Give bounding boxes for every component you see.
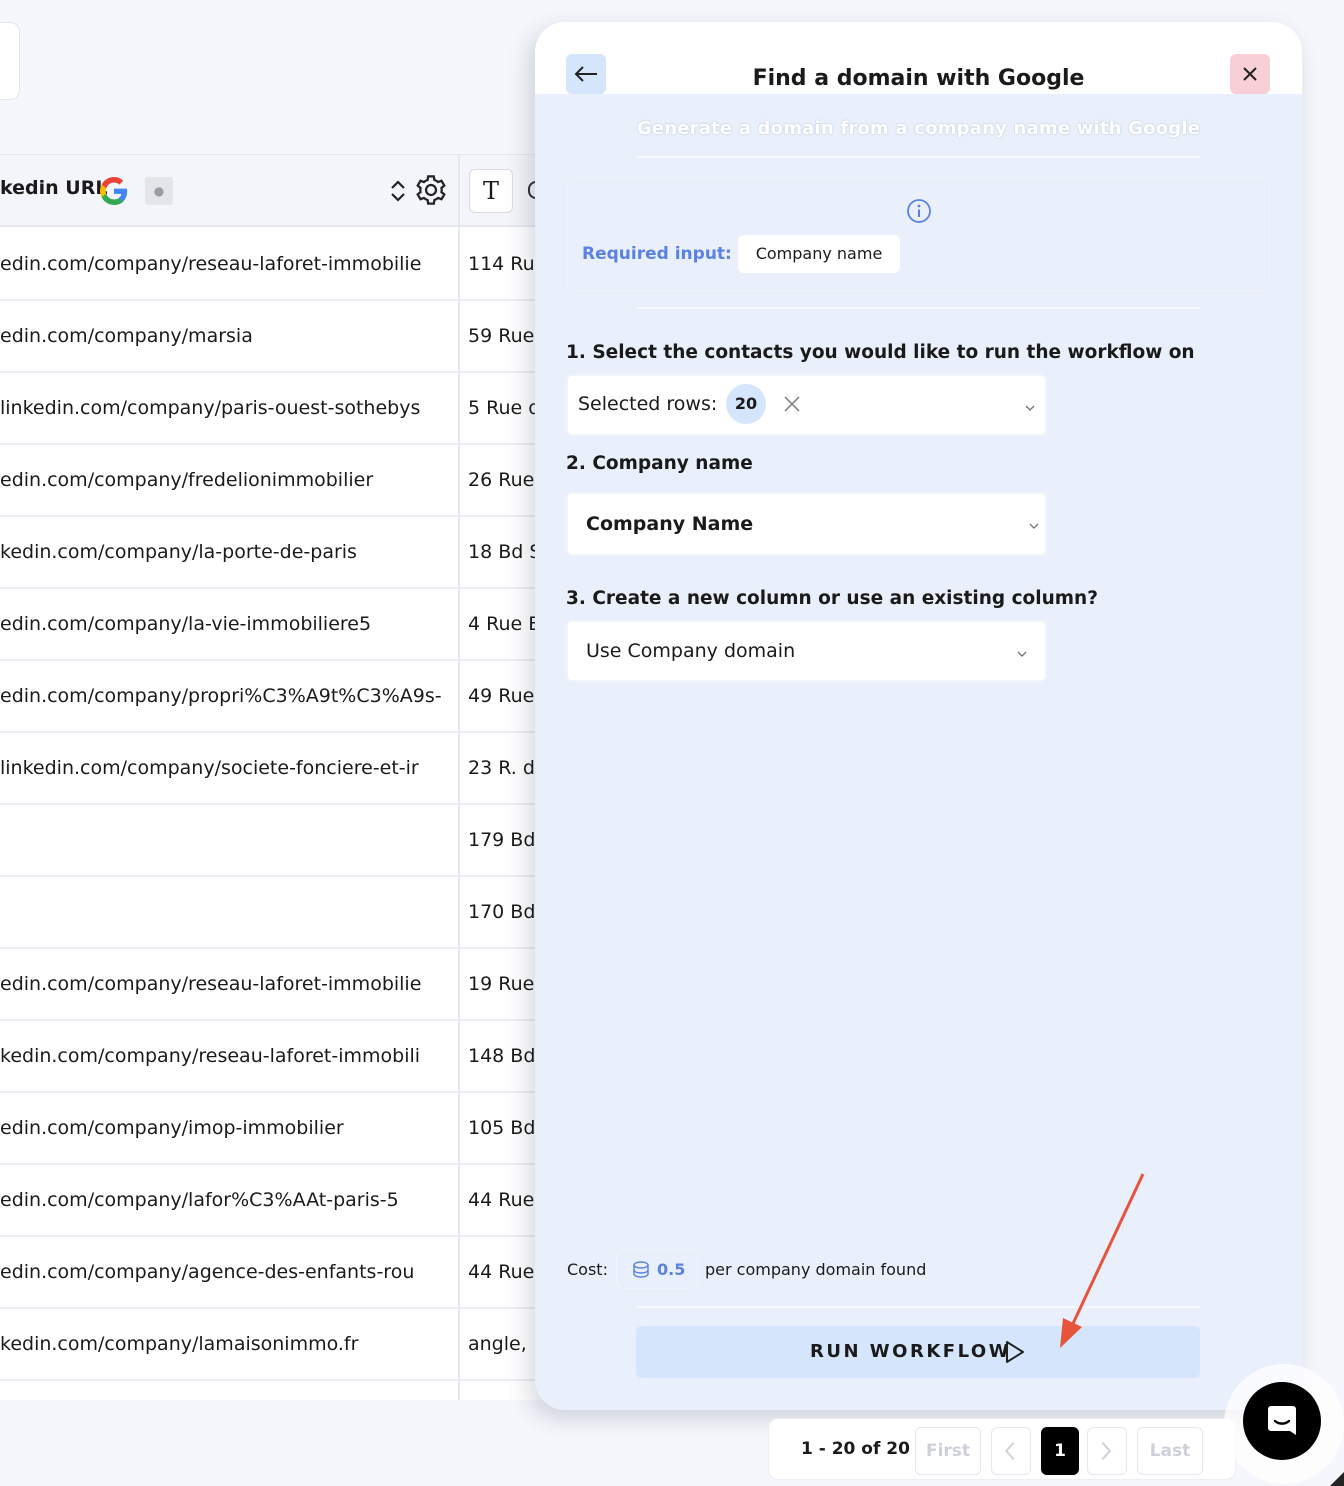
clear-icon[interactable] [782, 394, 802, 414]
table-row[interactable]: edin.com/company/la-vie-immobiliere5 4 Ru… [0, 589, 560, 661]
address-cell: 4 Rue E [468, 613, 541, 635]
linkedin-url-cell: edin.com/company/lafor%C3%AAt-paris-5 [0, 1189, 399, 1211]
column-header-linkedin-url[interactable]: kedin URL [0, 177, 107, 199]
selected-rows-text: Selected rows: [578, 393, 718, 415]
table-header: kedin URL ● T [0, 155, 560, 227]
corner-mark [1330, 1472, 1344, 1486]
divider [636, 1306, 1200, 1308]
linkedin-url-cell: linkedin.com/company/paris-ouest-sotheby… [0, 397, 421, 419]
address-cell: 49 Rue [468, 685, 535, 707]
table-row[interactable]: kedin.com/company/lamaisonimmo.fr angle, [0, 1309, 560, 1381]
run-workflow-button[interactable]: RUN WORKFLOW [636, 1326, 1200, 1378]
column-type-chip[interactable]: ● [145, 177, 173, 205]
info-icon[interactable] [906, 198, 932, 224]
pagination: 1 - 20 of 20 First 1 Last [768, 1418, 1236, 1480]
address-cell: 170 Bd [468, 901, 536, 923]
chevron-down-icon [1025, 405, 1035, 411]
address-cell: 59 Rue [468, 325, 535, 347]
table-row[interactable]: edin.com/company/fredelionimmobilier 26 R… [0, 445, 560, 517]
table-row[interactable]: 170 Bd [0, 877, 560, 949]
required-input-label: Required input: [582, 244, 732, 264]
last-page-button[interactable]: Last [1137, 1427, 1203, 1475]
company-name-select[interactable]: Company Name [566, 492, 1047, 556]
address-cell: angle, [468, 1333, 527, 1355]
table-row[interactable]: edin.com/company/reseau-laforet-immobili… [0, 229, 560, 301]
text-type-button[interactable]: T [469, 169, 513, 213]
linkedin-url-cell: kedin.com/company/la-porte-de-paris [0, 541, 357, 563]
page-1-button[interactable]: 1 [1041, 1427, 1079, 1475]
required-input-chip: Company name [738, 235, 900, 273]
column-select[interactable]: Use Company domain [566, 620, 1047, 682]
close-icon [1243, 67, 1257, 81]
linkedin-url-cell: edin.com/company/marsia [0, 325, 253, 347]
address-cell: 44 Rue [468, 1189, 535, 1211]
divider [636, 307, 1200, 309]
table-row[interactable]: linkedin.com/company/societe-fonciere-et… [0, 733, 560, 805]
address-cell: 179 Bd [468, 829, 536, 851]
table-row[interactable]: 179 Bd [0, 805, 560, 877]
close-button[interactable] [1230, 54, 1270, 94]
linkedin-url-cell: edin.com/company/la-vie-immobiliere5 [0, 613, 372, 635]
required-input-box: Required input: Company name [567, 177, 1270, 291]
contacts-select[interactable]: Selected rows: 20 [566, 374, 1047, 436]
chevron-down-icon [1029, 523, 1039, 529]
step3-label: 3. Create a new column or use an existin… [566, 588, 1098, 609]
linkedin-url-cell: edin.com/company/reseau-laforet-immobili… [0, 253, 422, 275]
address-cell: 5 Rue d [468, 397, 541, 419]
coins-icon [633, 1261, 649, 1278]
cost-description: per company domain found [705, 1260, 927, 1279]
next-page-button[interactable] [1087, 1427, 1127, 1475]
table-row[interactable]: edin.com/company/reseau-laforet-immobili… [0, 949, 560, 1021]
table-row[interactable]: linkedin.com/company/paris-ouest-sotheby… [0, 373, 560, 445]
company-name-value: Company Name [586, 513, 754, 535]
divider [636, 156, 1200, 158]
linkedin-url-cell: edin.com/company/reseau-laforet-immobili… [0, 973, 422, 995]
cost-chip: 0.5 [616, 1249, 698, 1289]
gear-icon[interactable] [414, 173, 448, 207]
linkedin-url-cell: edin.com/company/fredelionimmobilier [0, 469, 374, 491]
panel-subtitle: Generate a domain from a company name wi… [636, 118, 1201, 139]
table-row[interactable]: kedin.com/company/la-porte-de-paris 18 Bd… [0, 517, 560, 589]
run-workflow-label: RUN WORKFLOW [810, 1341, 1012, 1362]
table-row[interactable]: edin.com/company/lafor%C3%AAt-paris-5 44 … [0, 1165, 560, 1237]
table-row[interactable]: edin.com/company/imop-immobilier 105 Bd [0, 1093, 560, 1165]
linkedin-url-cell: kedin.com/company/lamaisonimmo.fr [0, 1333, 359, 1355]
address-cell: 44 Rue [468, 1261, 535, 1283]
play-icon [1006, 1341, 1024, 1363]
cost-label: Cost: [567, 1260, 608, 1279]
chevron-down-icon [1017, 651, 1027, 657]
step1-label: 1. Select the contacts you would like to… [566, 342, 1195, 363]
prev-page-button[interactable] [991, 1427, 1031, 1475]
address-cell: 19 Rue [468, 973, 535, 995]
table-row[interactable]: edin.com/company/agence-des-enfants-rou 4… [0, 1237, 560, 1309]
workflow-panel: Find a domain with Google Generate a dom… [535, 22, 1302, 1410]
panel-title: Find a domain with Google [752, 66, 1085, 91]
selected-rows-count: 20 [726, 384, 766, 424]
pagination-range: 1 - 20 of 20 [801, 1439, 910, 1459]
google-icon [100, 177, 128, 205]
chat-button[interactable] [1243, 1382, 1321, 1460]
chevron-right-icon [1101, 1441, 1112, 1461]
address-cell: 18 Bd S [468, 541, 542, 563]
chat-icon [1268, 1406, 1296, 1435]
sort-icon[interactable] [388, 177, 408, 205]
table-row[interactable]: kedin.com/company/reseau-laforet-immobil… [0, 1021, 560, 1093]
linkedin-url-cell: edin.com/company/propri%C3%A9t%C3%A9s- [0, 685, 442, 707]
step2-label: 2. Company name [566, 453, 753, 474]
table-row[interactable]: edin.com/company/marsia 59 Rue [0, 301, 560, 373]
linkedin-url-cell: edin.com/company/imop-immobilier [0, 1117, 344, 1139]
address-cell: 105 Bd [468, 1117, 536, 1139]
cost-value: 0.5 [657, 1260, 686, 1279]
chevron-left-icon [1004, 1441, 1015, 1461]
address-cell: 148 Bd [468, 1045, 536, 1067]
data-table: kedin URL ● T edin.com/company/reseau-la… [0, 154, 560, 1400]
linkedin-url-cell: kedin.com/company/reseau-laforet-immobil… [0, 1045, 421, 1067]
linkedin-url-cell: edin.com/company/agence-des-enfants-rou [0, 1261, 415, 1283]
table-row[interactable]: edin.com/company/propri%C3%A9t%C3%A9s- 49… [0, 661, 560, 733]
top-left-card [0, 22, 20, 100]
linkedin-url-cell: linkedin.com/company/societe-fonciere-et… [0, 757, 419, 779]
address-cell: 26 Rue [468, 469, 535, 491]
first-page-button[interactable]: First [915, 1427, 981, 1475]
column-select-value: Use Company domain [586, 640, 796, 662]
